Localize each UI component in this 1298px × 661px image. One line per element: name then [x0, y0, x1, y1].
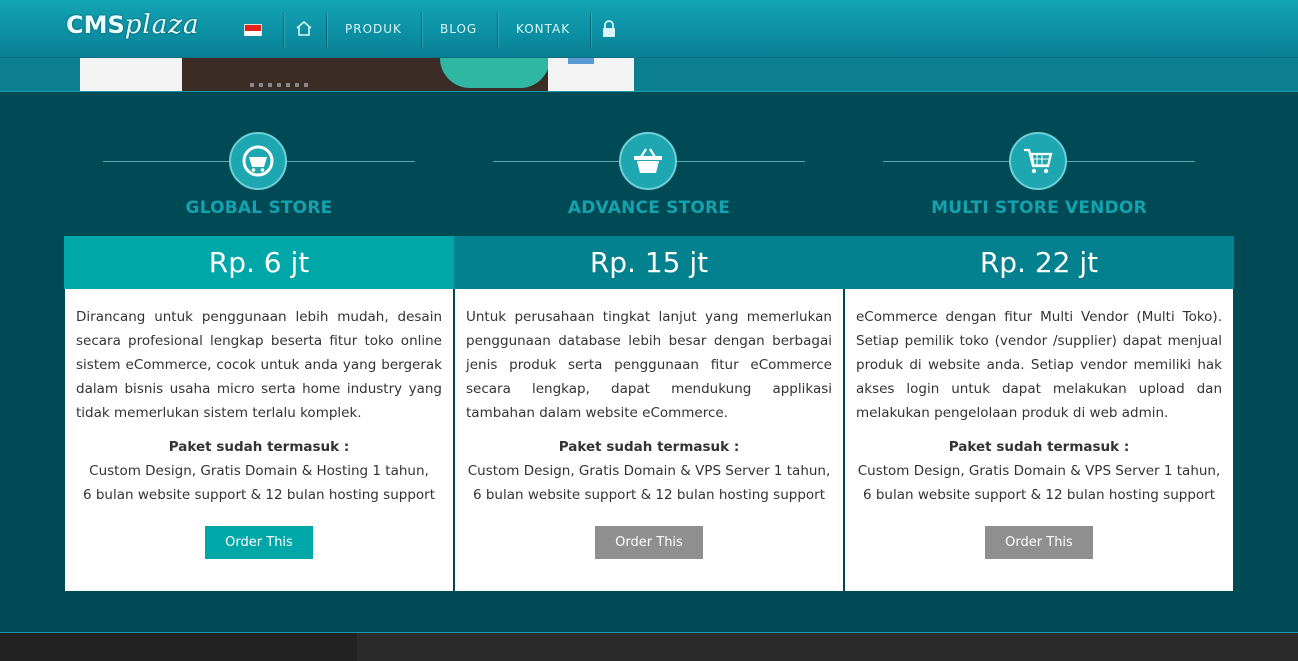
plan-title-global: GLOBAL STORE — [185, 198, 333, 218]
nav-kontak[interactable]: KONTAK — [516, 22, 570, 36]
includes-title: Paket sudah termasuk : — [948, 439, 1130, 455]
footer — [0, 632, 1298, 661]
basket-icon — [619, 132, 677, 190]
includes-line: Custom Design, Gratis Domain & VPS Serve… — [467, 463, 831, 479]
price-global: Rp. 6 jt — [64, 236, 454, 289]
globe-cart-icon — [229, 132, 287, 190]
plan-card-global: Dirancang untuk penggunaan lebih mudah, … — [65, 289, 453, 591]
home-icon[interactable] — [293, 18, 315, 40]
plan-card-multi-vendor: eCommerce dengan fitur Multi Vendor (Mul… — [845, 289, 1233, 591]
top-navbar: CMSplaza PRODUK BLOG KONTAK — [0, 0, 1298, 58]
plan-description: Untuk perusahaan tingkat lanjut yang mem… — [466, 309, 832, 421]
nav-divider — [590, 12, 591, 48]
indonesia-flag-icon[interactable] — [244, 24, 262, 36]
site-logo[interactable]: CMSplaza — [66, 10, 199, 50]
page: { "header": { "logo_a": "CMS", "logo_b":… — [0, 0, 1298, 661]
includes-line: Custom Design, Gratis Domain & Hosting 1… — [89, 463, 429, 479]
nav-divider — [497, 12, 498, 48]
order-button-advance[interactable]: Order This — [595, 526, 703, 559]
price-advance: Rp. 15 jt — [454, 236, 844, 289]
order-button-multi-vendor[interactable]: Order This — [985, 526, 1093, 559]
includes-line: Custom Design, Gratis Domain & VPS Serve… — [857, 463, 1221, 479]
plan-title-advance: ADVANCE STORE — [567, 198, 731, 218]
plan-description: eCommerce dengan fitur Multi Vendor (Mul… — [856, 309, 1222, 421]
includes-title: Paket sudah termasuk : — [558, 439, 740, 455]
includes-line: 6 bulan website support & 12 bulan hosti… — [82, 487, 435, 503]
banner-image-strip — [0, 58, 1298, 92]
nav-divider — [421, 12, 422, 48]
shopping-cart-icon — [1009, 132, 1067, 190]
nav-divider — [326, 12, 327, 48]
banner-screenshot-image — [80, 58, 634, 91]
includes-line: 6 bulan website support & 12 bulan hosti… — [862, 487, 1215, 503]
includes-title: Paket sudah termasuk : — [168, 439, 350, 455]
plan-title-multi-vendor: MULTI STORE VENDOR — [931, 198, 1147, 218]
plan-card-advance: Untuk perusahaan tingkat lanjut yang mem… — [455, 289, 843, 591]
order-button-global[interactable]: Order This — [205, 526, 313, 559]
includes-line: 6 bulan website support & 12 bulan hosti… — [472, 487, 825, 503]
plan-description: Dirancang untuk penggunaan lebih mudah, … — [76, 309, 442, 421]
price-multi-vendor: Rp. 22 jt — [844, 236, 1234, 289]
nav-produk[interactable]: PRODUK — [345, 22, 402, 36]
nav-divider — [283, 12, 284, 48]
lock-icon[interactable] — [601, 20, 617, 38]
nav-blog[interactable]: BLOG — [440, 22, 477, 36]
